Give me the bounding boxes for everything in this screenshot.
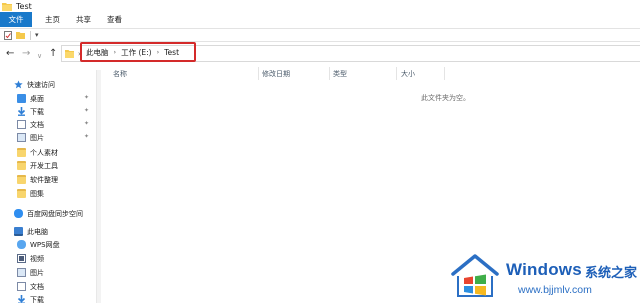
sidebar-item-pc-documents[interactable]: 文档 — [17, 280, 44, 293]
sidebar-item-label: 下载 — [30, 295, 44, 303]
sidebar-item-quick-access[interactable]: 快速访问 — [14, 78, 55, 91]
title-bar: Test — [0, 0, 640, 12]
house-windows-logo-icon — [451, 254, 499, 297]
watermark-brand-cn: 系统之家 — [585, 266, 638, 281]
tab-file[interactable]: 文件 — [0, 12, 32, 27]
quick-access-toolbar: ▾ — [0, 28, 640, 42]
pin-icon[interactable]: ✦ — [84, 107, 89, 114]
folder-icon — [17, 148, 26, 157]
download-icon — [17, 107, 26, 116]
sidebar-item-label: 下载 — [30, 107, 44, 116]
sidebar-item-label: 图片 — [30, 133, 44, 142]
sidebar-item-baidu-sync[interactable]: 百度网盘同步空间 — [14, 207, 83, 220]
breadcrumb: 此电脑 › 工作 (E:) › Test — [80, 42, 196, 62]
toolbar-divider — [30, 30, 31, 40]
column-header-modified[interactable]: 修改日期 — [262, 66, 290, 82]
sidebar-item-label: 软件整理 — [30, 175, 58, 184]
sidebar-item-dev-tools[interactable]: 开发工具 — [17, 159, 58, 172]
sidebar-item-pc-pictures[interactable]: 图片 — [17, 266, 44, 279]
download-icon — [17, 295, 26, 303]
folder-icon — [2, 2, 12, 11]
sidebar-item-desktop[interactable]: 桌面 — [17, 92, 44, 105]
sidebar-item-personal-materials[interactable]: 个人素材 — [17, 146, 58, 159]
breadcrumb-drive-e[interactable]: 工作 (E:) — [121, 47, 152, 58]
computer-icon — [14, 227, 23, 236]
pin-icon[interactable]: ✦ — [84, 94, 89, 101]
column-divider[interactable] — [258, 67, 259, 80]
sidebar-item-this-pc[interactable]: 此电脑 — [14, 225, 48, 238]
watermark-brand: Windows — [506, 260, 582, 279]
pin-icon[interactable]: ✦ — [84, 120, 89, 127]
sidebar-item-label: 图集 — [30, 189, 44, 198]
customize-toolbar-button[interactable]: ▾ — [35, 31, 39, 39]
sidebar-item-software[interactable]: 软件整理 — [17, 173, 58, 186]
baidu-netdisk-icon — [14, 209, 23, 218]
new-folder-icon[interactable] — [16, 31, 25, 39]
up-button[interactable]: ↑ — [49, 49, 57, 59]
sidebar-item-documents[interactable]: 文档 — [17, 118, 44, 131]
column-header-size[interactable]: 大小 — [401, 66, 415, 82]
breadcrumb-test[interactable]: Test — [164, 48, 179, 57]
sidebar-scrollbar[interactable] — [97, 70, 101, 303]
tab-view[interactable]: 查看 — [99, 12, 130, 27]
column-divider[interactable] — [444, 67, 445, 80]
window-title: Test — [16, 1, 32, 11]
cloud-icon — [17, 240, 26, 249]
tab-share[interactable]: 共享 — [68, 12, 99, 27]
ribbon-tabs: 文件 主页 共享 查看 — [0, 12, 640, 27]
watermark-url: www.bjjmlv.com — [518, 284, 592, 296]
sidebar-item-label: WPS网盘 — [30, 240, 60, 249]
sidebar-item-label: 开发工具 — [30, 161, 58, 170]
folder-icon — [65, 50, 74, 58]
star-icon — [14, 80, 23, 89]
empty-folder-message: 此文件夹为空。 — [421, 94, 470, 102]
picture-icon — [17, 133, 26, 142]
sidebar-item-label: 视频 — [30, 254, 44, 263]
video-icon — [17, 254, 26, 263]
sidebar-item-label: 个人素材 — [30, 148, 58, 157]
navigation-pane: 快速访问 桌面 ✦ 下载 ✦ 文档 ✦ 图片 ✦ 个人素材 开发工具 软件整理 … — [0, 70, 97, 303]
recent-locations-button[interactable]: ∨ — [37, 51, 42, 61]
sidebar-item-gallery[interactable]: 图集 — [17, 187, 44, 200]
document-icon — [17, 282, 26, 291]
sidebar-item-wps-drive[interactable]: WPS网盘 — [17, 238, 60, 251]
sidebar-item-videos[interactable]: 视频 — [17, 252, 44, 265]
folder-icon — [17, 161, 26, 170]
sidebar-item-pictures[interactable]: 图片 — [17, 131, 44, 144]
breadcrumb-this-pc[interactable]: 此电脑 — [86, 47, 109, 58]
column-divider[interactable] — [396, 67, 397, 80]
chevron-right-icon[interactable]: › — [157, 48, 160, 56]
column-header-type[interactable]: 类型 — [333, 66, 347, 82]
pin-icon[interactable]: ✦ — [84, 133, 89, 140]
sidebar-item-label: 此电脑 — [27, 227, 48, 236]
folder-icon — [17, 175, 26, 184]
desktop-icon — [17, 94, 26, 103]
sidebar-item-label: 快速访问 — [27, 80, 55, 89]
watermark: Windows 系统之家 www.bjjmlv.com — [448, 252, 640, 303]
picture-icon — [17, 268, 26, 277]
document-icon — [17, 120, 26, 129]
tab-home[interactable]: 主页 — [37, 12, 68, 27]
sidebar-item-label: 文档 — [30, 120, 44, 129]
properties-icon[interactable] — [4, 30, 12, 40]
column-divider[interactable] — [329, 67, 330, 80]
folder-icon — [17, 189, 26, 198]
sidebar-item-downloads[interactable]: 下载 — [17, 105, 44, 118]
column-header-name[interactable]: 名称 — [113, 66, 127, 82]
sidebar-item-label: 图片 — [30, 268, 44, 277]
back-button[interactable]: ← — [6, 49, 14, 59]
sidebar-item-pc-downloads[interactable]: 下载 — [17, 293, 44, 303]
sidebar-item-label: 百度网盘同步空间 — [27, 209, 83, 218]
sidebar-item-label: 文档 — [30, 282, 44, 291]
forward-button[interactable]: → — [22, 49, 30, 59]
sidebar-item-label: 桌面 — [30, 94, 44, 103]
chevron-right-icon[interactable]: › — [114, 48, 117, 56]
